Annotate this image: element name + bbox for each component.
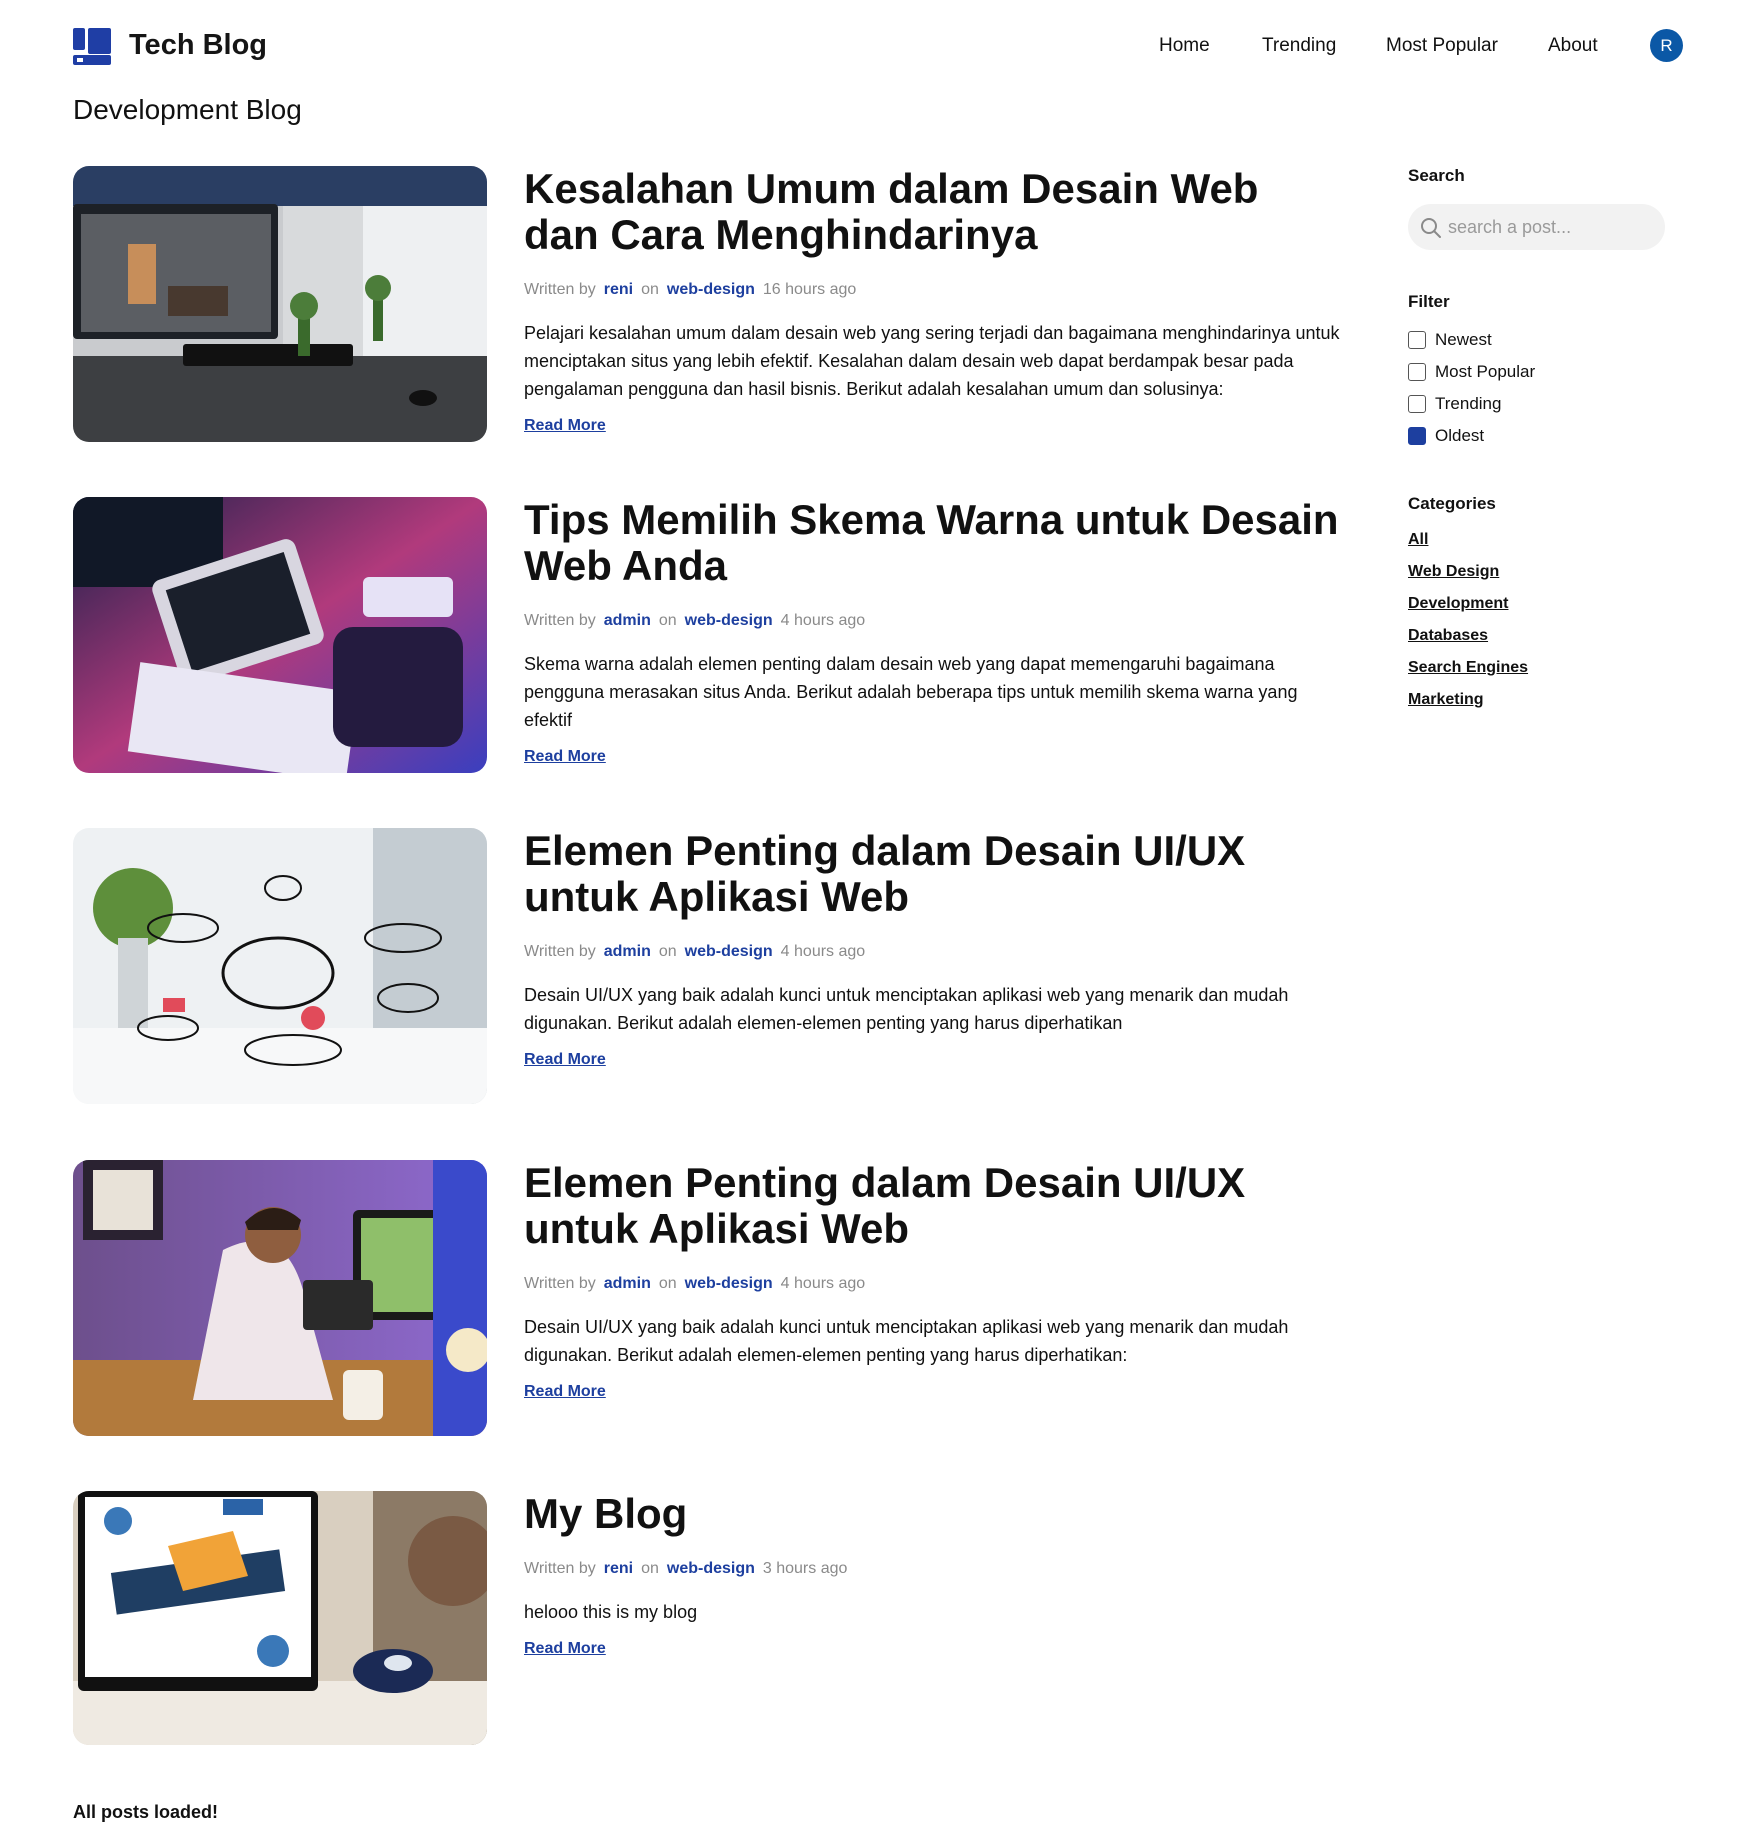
post-thumbnail[interactable] bbox=[73, 1160, 487, 1436]
post-thumbnail[interactable] bbox=[73, 497, 487, 773]
categories-section: Categories All Web Design Development Da… bbox=[1408, 494, 1668, 716]
post-meta: Written by admin on web-design 4 hours ago bbox=[524, 1275, 1344, 1293]
filter-section: Filter Newest Most Popular Trending Olde… bbox=[1408, 292, 1668, 452]
read-more-link[interactable]: Read More bbox=[524, 1051, 606, 1069]
user-avatar[interactable]: R bbox=[1650, 29, 1683, 62]
post-time: 4 hours ago bbox=[780, 1275, 866, 1292]
checkbox[interactable] bbox=[1408, 363, 1426, 381]
search-input[interactable] bbox=[1448, 204, 1653, 250]
post-thumbnail[interactable] bbox=[73, 166, 487, 442]
on-label: on bbox=[641, 281, 659, 298]
read-more-link[interactable]: Read More bbox=[524, 1640, 606, 1658]
post-title[interactable]: Elemen Penting dalam Desain UI/UX untuk … bbox=[524, 1160, 1344, 1252]
written-by-label: Written by bbox=[524, 612, 596, 629]
categories-label: Categories bbox=[1408, 494, 1496, 513]
post-meta: Written by reni on web-design 3 hours ago bbox=[524, 1560, 1344, 1578]
category-web-design[interactable]: Web Design bbox=[1408, 556, 1668, 588]
category-all[interactable]: All bbox=[1408, 524, 1668, 556]
post-author[interactable]: admin bbox=[604, 1275, 651, 1292]
post-category[interactable]: web-design bbox=[685, 1275, 773, 1292]
nav-home[interactable]: Home bbox=[1159, 35, 1210, 57]
post-author[interactable]: admin bbox=[604, 943, 651, 960]
all-posts-loaded-note: All posts loaded! bbox=[73, 1802, 219, 1822]
post-meta: Written by reni on web-design 16 hours ago bbox=[524, 281, 1344, 299]
category-search-engines[interactable]: Search Engines bbox=[1408, 652, 1668, 684]
on-label: on bbox=[658, 1275, 677, 1292]
post-time: 4 hours ago bbox=[780, 612, 866, 629]
post-category[interactable]: web-design bbox=[667, 281, 755, 298]
page-title: Development Blog bbox=[73, 94, 302, 125]
nav-most-popular[interactable]: Most Popular bbox=[1386, 35, 1498, 57]
on-label: on bbox=[641, 1560, 659, 1577]
post-time: 16 hours ago bbox=[762, 281, 857, 298]
site-header: Tech Blog Home Trending Most Popular Abo… bbox=[73, 26, 1683, 66]
filter-most-popular[interactable]: Most Popular bbox=[1408, 356, 1668, 388]
post-excerpt: helooo this is my blog bbox=[524, 1602, 698, 1622]
post-title[interactable]: My Blog bbox=[524, 1491, 1344, 1537]
filter-label-text: Oldest bbox=[1435, 426, 1485, 445]
post-excerpt: Desain UI/UX yang baik adalah kunci untu… bbox=[524, 985, 1289, 1033]
post-excerpt: Pelajari kesalahan umum dalam desain web… bbox=[524, 323, 1340, 399]
checkbox-checked[interactable] bbox=[1408, 427, 1426, 445]
search-box[interactable] bbox=[1408, 204, 1665, 250]
post-title[interactable]: Kesalahan Umum dalam Desain Web dan Cara… bbox=[524, 166, 1344, 258]
post-author[interactable]: reni bbox=[604, 281, 633, 298]
checkbox[interactable] bbox=[1408, 331, 1426, 349]
filter-label: Filter bbox=[1408, 292, 1450, 311]
on-label: on bbox=[658, 943, 677, 960]
tech-blog-logo-icon[interactable] bbox=[73, 28, 111, 65]
filter-label-text: Most Popular bbox=[1435, 362, 1536, 381]
filter-oldest[interactable]: Oldest bbox=[1408, 420, 1668, 452]
post-time: 3 hours ago bbox=[762, 1560, 848, 1577]
read-more-link[interactable]: Read More bbox=[524, 748, 606, 766]
written-by-label: Written by bbox=[524, 1275, 596, 1292]
written-by-label: Written by bbox=[524, 943, 596, 960]
post-meta: Written by admin on web-design 4 hours ago bbox=[524, 943, 1344, 961]
post-excerpt: Desain UI/UX yang baik adalah kunci untu… bbox=[524, 1317, 1289, 1365]
written-by-label: Written by bbox=[524, 281, 596, 298]
post-meta: Written by admin on web-design 4 hours ago bbox=[524, 612, 1344, 630]
post-thumbnail[interactable] bbox=[73, 828, 487, 1104]
nav-trending[interactable]: Trending bbox=[1262, 35, 1336, 57]
category-databases[interactable]: Databases bbox=[1408, 620, 1668, 652]
post-author[interactable]: admin bbox=[604, 612, 651, 629]
nav-about[interactable]: About bbox=[1548, 35, 1598, 57]
post-category[interactable]: web-design bbox=[685, 943, 773, 960]
on-label: on bbox=[658, 612, 677, 629]
filter-newest[interactable]: Newest bbox=[1408, 324, 1668, 356]
post-thumbnail[interactable] bbox=[73, 1491, 487, 1745]
read-more-link[interactable]: Read More bbox=[524, 1383, 606, 1401]
filter-label-text: Trending bbox=[1435, 394, 1502, 413]
post-excerpt: Skema warna adalah elemen penting dalam … bbox=[524, 654, 1298, 730]
read-more-link[interactable]: Read More bbox=[524, 417, 606, 435]
post-category[interactable]: web-design bbox=[685, 612, 773, 629]
category-development[interactable]: Development bbox=[1408, 588, 1668, 620]
post-time: 4 hours ago bbox=[780, 943, 866, 960]
checkbox[interactable] bbox=[1408, 395, 1426, 413]
filter-trending[interactable]: Trending bbox=[1408, 388, 1668, 420]
post-category[interactable]: web-design bbox=[667, 1560, 755, 1577]
search-label: Search bbox=[1408, 166, 1465, 185]
brand-name[interactable]: Tech Blog bbox=[129, 29, 267, 62]
written-by-label: Written by bbox=[524, 1560, 596, 1577]
sidebar: Search Filter Newest Most Popular Trendi… bbox=[1408, 166, 1668, 716]
category-marketing[interactable]: Marketing bbox=[1408, 684, 1668, 716]
search-icon bbox=[1421, 218, 1441, 238]
post-title[interactable]: Tips Memilih Skema Warna untuk Desain We… bbox=[524, 497, 1344, 589]
post-title[interactable]: Elemen Penting dalam Desain UI/UX untuk … bbox=[524, 828, 1344, 920]
post-author[interactable]: reni bbox=[604, 1560, 633, 1577]
filter-label-text: Newest bbox=[1435, 330, 1492, 349]
